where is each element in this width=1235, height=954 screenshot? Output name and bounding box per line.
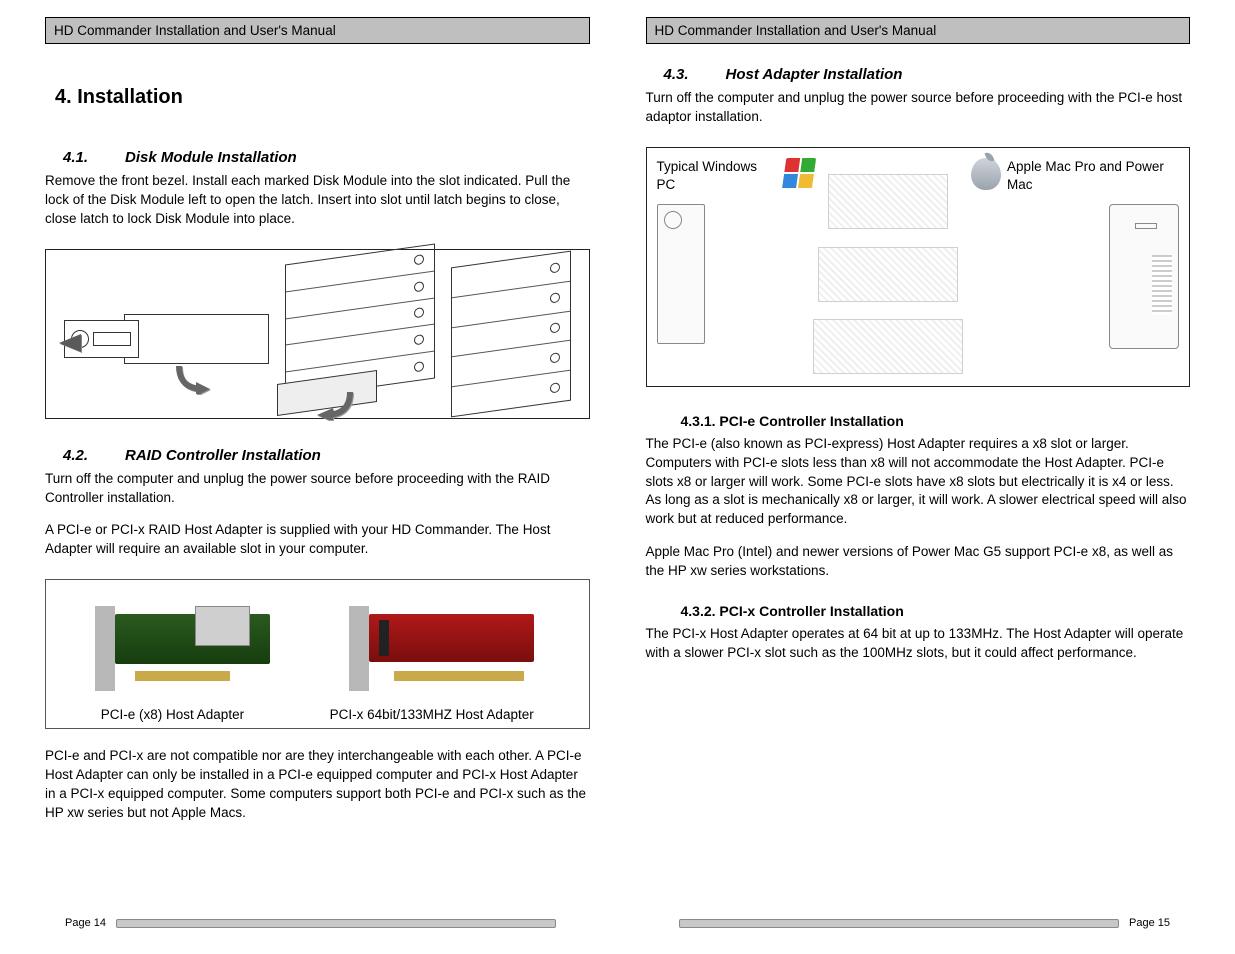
illustration-hardware-faded — [813, 158, 963, 376]
page-number: Page 14 — [65, 917, 106, 929]
caption-windows-pc: Typical Windows PC — [657, 158, 770, 194]
paragraph: The PCI-e (also known as PCI-express) Ho… — [646, 435, 1191, 529]
arrow-left-icon — [59, 334, 81, 352]
paragraph: Apple Mac Pro (Intel) and newer versions… — [646, 543, 1191, 581]
apple-logo-icon — [971, 158, 1001, 190]
paragraph: A PCI-e or PCI-x RAID Host Adapter is su… — [45, 521, 590, 559]
curve-arrow-icon — [174, 364, 214, 394]
heading-num: 4.2. — [63, 447, 125, 464]
footer-bar-icon — [679, 919, 1119, 928]
paragraph: The PCI-x Host Adapter operates at 64 bi… — [646, 625, 1191, 663]
caption-pcie: PCI-e (x8) Host Adapter — [101, 707, 244, 722]
figure-disk-module — [45, 249, 590, 419]
heading-text: RAID Controller Installation — [125, 447, 321, 464]
heading-4-3-2: 4.3.2. PCI-x Controller Installation — [681, 603, 1191, 619]
header-bar-left: HD Commander Installation and User's Man… — [45, 17, 590, 44]
illustration-pc-tower — [657, 204, 705, 344]
heading-4-3: 4.3.Host Adapter Installation — [664, 66, 1191, 83]
heading-4-2: 4.2.RAID Controller Installation — [63, 447, 590, 464]
windows-logo-icon — [782, 158, 816, 190]
heading-4-3-1: 4.3.1. PCI-e Controller Installation — [681, 413, 1191, 429]
page-14: HD Commander Installation and User's Man… — [25, 12, 618, 954]
paragraph: Turn off the computer and unplug the pow… — [646, 89, 1191, 127]
paragraph: Remove the front bezel. Install each mar… — [45, 172, 590, 229]
illustration-cage-open — [285, 254, 435, 414]
footer-bar-icon — [116, 919, 556, 928]
curve-arrow-icon — [315, 390, 355, 420]
figure-computers: Typical Windows PC Apple Mac Pro and Pow… — [646, 147, 1191, 387]
caption-pcix: PCI-x 64bit/133MHZ Host Adapter — [330, 707, 534, 722]
header-bar-right: HD Commander Installation and User's Man… — [646, 17, 1191, 44]
heading-installation: 4. Installation — [55, 86, 590, 109]
heading-num: 4.3. — [664, 66, 726, 83]
heading-text: Disk Module Installation — [125, 149, 297, 166]
page-footer-left: Page 14 — [65, 917, 566, 929]
figure-host-adapters: PCI-e (x8) Host Adapter PCI-x 64bit/133M… — [45, 579, 590, 729]
heading-num: 4.1. — [63, 149, 125, 166]
paragraph: Turn off the computer and unplug the pow… — [45, 470, 590, 508]
illustration-pcie-card — [95, 606, 275, 681]
paragraph: PCI-e and PCI-x are not compatible nor a… — [45, 747, 590, 823]
heading-4-1: 4.1.Disk Module Installation — [63, 149, 590, 166]
page-number: Page 15 — [1129, 917, 1170, 929]
illustration-mac-tower — [1109, 204, 1179, 349]
heading-text: Host Adapter Installation — [726, 66, 903, 83]
page-15: HD Commander Installation and User's Man… — [618, 12, 1211, 954]
caption-mac: Apple Mac Pro and Power Mac — [1007, 158, 1179, 194]
page-footer-right: Page 15 — [669, 917, 1170, 929]
illustration-cage-closed — [451, 250, 571, 417]
illustration-module-pull — [64, 304, 269, 384]
illustration-pcix-card — [349, 606, 539, 681]
